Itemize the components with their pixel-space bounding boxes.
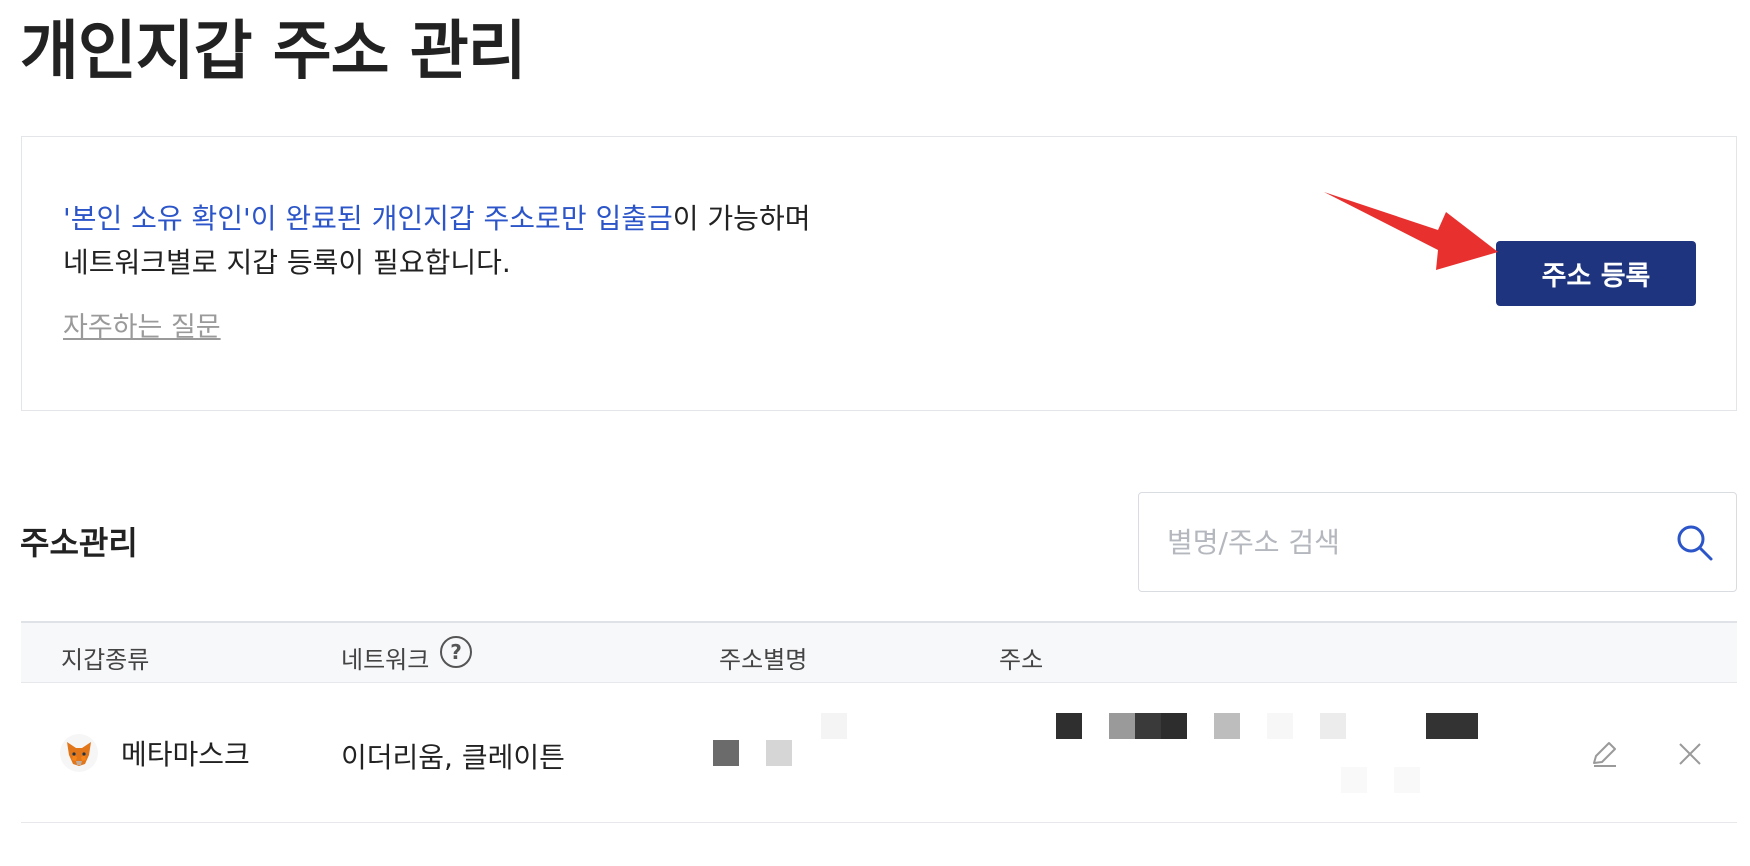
table-header: 지갑종류 네트워크 ? 주소별명 주소: [21, 621, 1737, 683]
section-title: 주소관리: [20, 524, 138, 562]
col-alias: 주소별명: [719, 646, 808, 674]
red-arrow-annotation: [1324, 192, 1498, 270]
metamask-fox-icon: [60, 734, 98, 772]
col-network: 네트워크: [341, 646, 430, 674]
edit-pencil-icon[interactable]: [1587, 737, 1621, 771]
table-row: 메타마스크 이더리움, 클레이튼: [21, 683, 1737, 823]
delete-close-icon[interactable]: [1673, 737, 1707, 771]
network-value: 이더리움, 클레이튼: [341, 741, 565, 774]
page-title: 개인지갑 주소 관리: [20, 15, 527, 89]
search-icon[interactable]: [1675, 523, 1715, 563]
register-address-button[interactable]: 주소 등록: [1496, 241, 1696, 306]
notice-line2: 네트워크별로 지갑 등록이 필요합니다.: [63, 246, 511, 279]
wallet-name: 메타마스크: [121, 738, 250, 771]
notice-text: '본인 소유 확인'이 완료된 개인지갑 주소로만 입출금이 가능하며 네트워크…: [63, 197, 810, 285]
search-input[interactable]: [1167, 517, 1647, 567]
col-address: 주소: [999, 646, 1044, 674]
notice-highlight: '본인 소유 확인'이 완료된 개인지갑 주소로만 입출금: [63, 202, 673, 235]
search-box: [1138, 492, 1737, 592]
notice-line1-rest: 이 가능하며: [672, 202, 811, 235]
faq-link[interactable]: 자주하는 질문: [63, 305, 221, 344]
network-help-icon[interactable]: ?: [440, 636, 472, 668]
col-wallet-type: 지갑종류: [61, 646, 150, 674]
